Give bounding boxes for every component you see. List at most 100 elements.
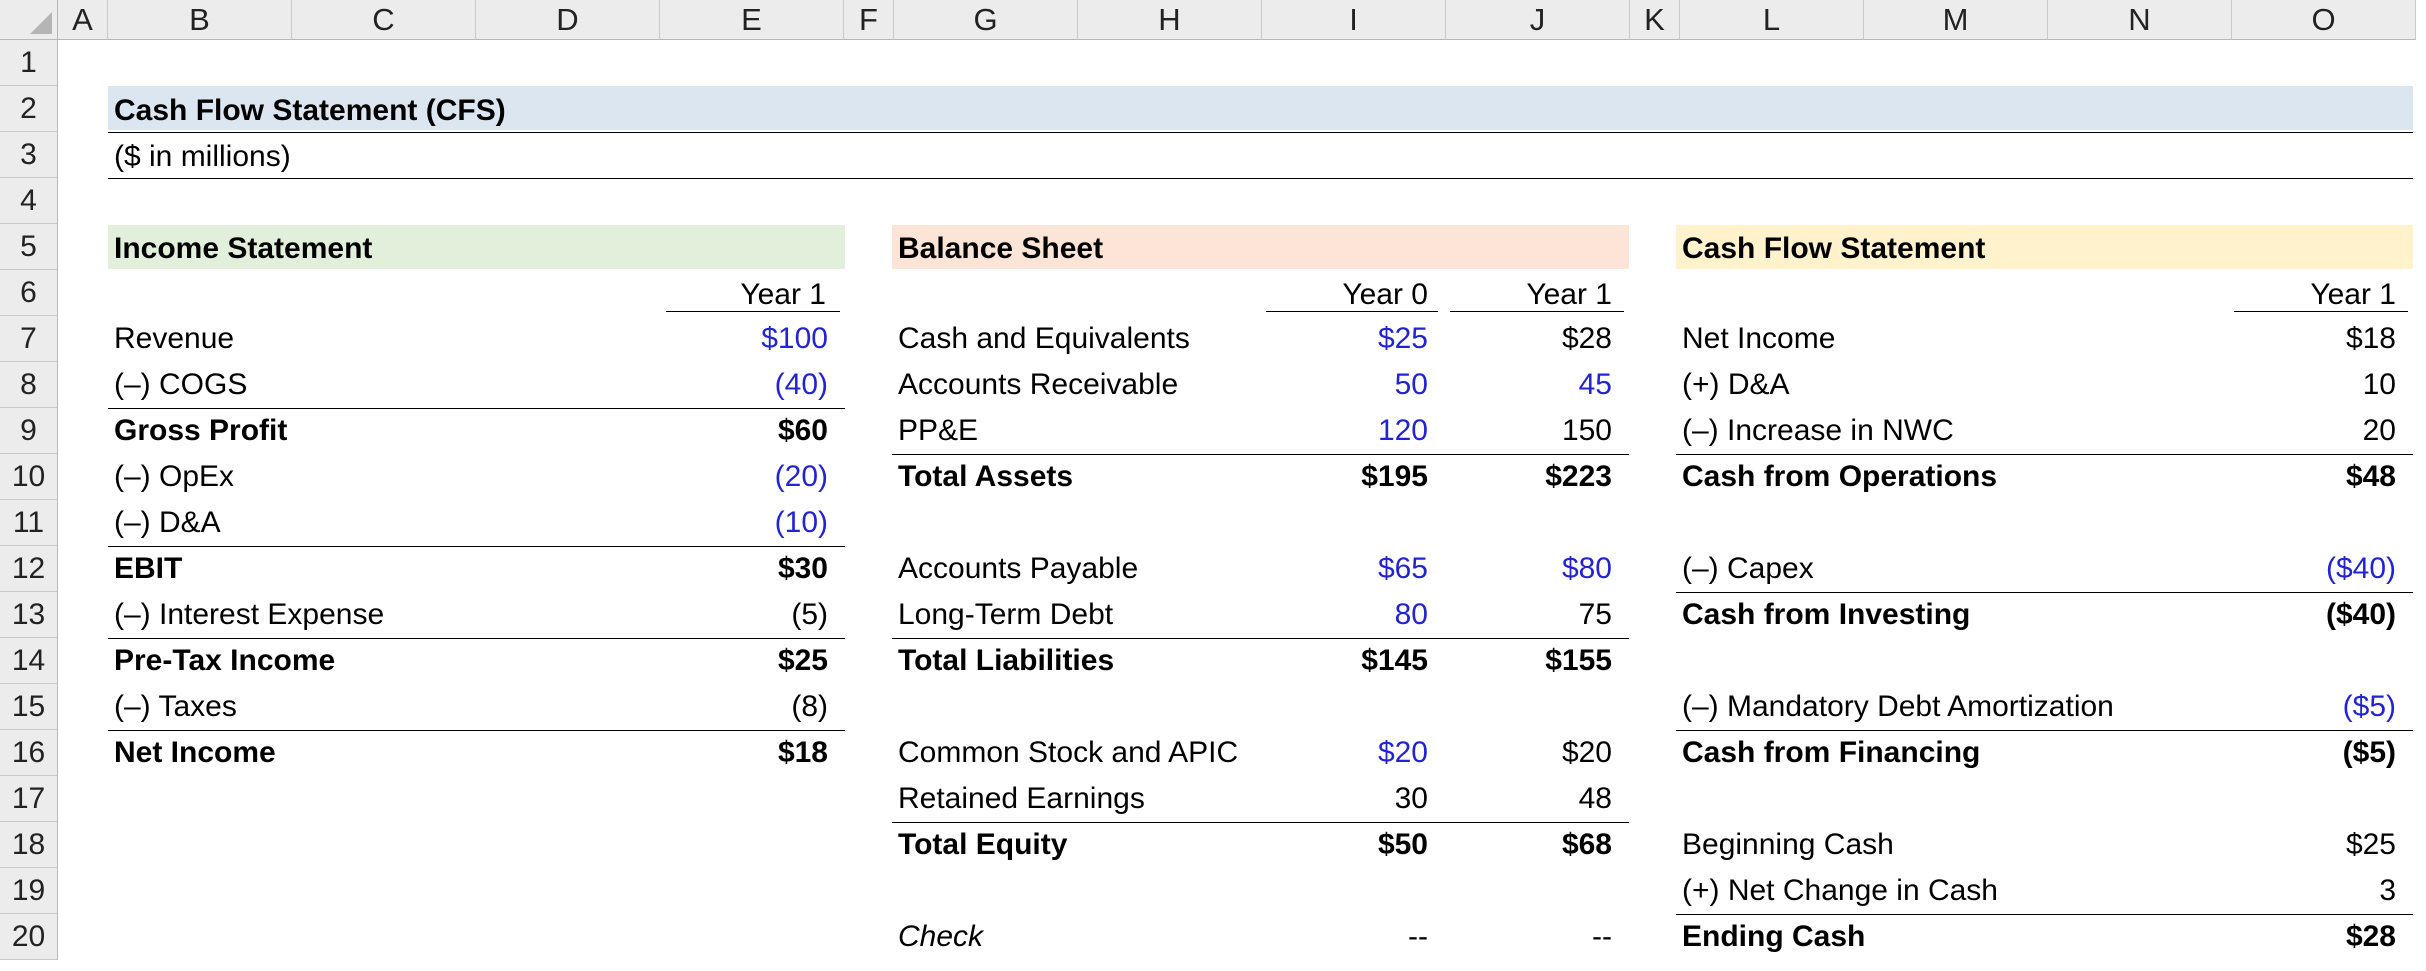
row-header[interactable]: 18 (0, 822, 58, 868)
balance-sheet-label[interactable]: Total Assets (898, 454, 1268, 500)
cash-flow-value[interactable]: $28 (2236, 914, 2396, 960)
cash-flow-label[interactable]: (–) Capex (1682, 546, 2242, 592)
income-statement-value[interactable]: (10) (654, 500, 828, 546)
column-header[interactable]: A (58, 0, 108, 40)
income-statement-value[interactable]: (8) (654, 684, 828, 730)
row-header[interactable]: 16 (0, 730, 58, 776)
income-statement-value[interactable]: $25 (654, 638, 828, 684)
income-statement-value[interactable]: $60 (654, 408, 828, 454)
row-header[interactable]: 5 (0, 224, 58, 270)
row-header[interactable]: 9 (0, 408, 58, 454)
cash-flow-value[interactable]: 3 (2236, 868, 2396, 914)
column-header[interactable]: M (1864, 0, 2048, 40)
balance-sheet-label[interactable]: Retained Earnings (898, 776, 1268, 822)
row-header[interactable]: 2 (0, 86, 58, 132)
income-statement-value[interactable]: (40) (654, 362, 828, 408)
income-statement-value[interactable]: (5) (654, 592, 828, 638)
balance-sheet-label[interactable] (898, 684, 1268, 730)
column-header[interactable]: H (1078, 0, 1262, 40)
balance-sheet-label[interactable]: Check (898, 914, 1268, 960)
cash-flow-label[interactable] (1682, 638, 2242, 684)
cash-flow-value[interactable] (2236, 638, 2396, 684)
income-statement-label[interactable]: (–) Taxes (114, 684, 654, 730)
balance-sheet-label[interactable]: Cash and Equivalents (898, 316, 1268, 362)
income-statement-header[interactable]: Income Statement (114, 226, 814, 272)
balance-sheet-year1-value[interactable]: 48 (1452, 776, 1612, 822)
cash-flow-value[interactable]: $25 (2236, 822, 2396, 868)
column-header[interactable]: F (844, 0, 894, 40)
row-header[interactable]: 6 (0, 270, 58, 316)
income-statement-value[interactable]: $100 (654, 316, 828, 362)
income-statement-label[interactable]: (–) OpEx (114, 454, 654, 500)
cash-flow-label[interactable]: Cash from Financing (1682, 730, 2242, 776)
cash-flow-label[interactable]: (–) Increase in NWC (1682, 408, 2242, 454)
sheet-subtitle[interactable]: ($ in millions) (114, 134, 1014, 180)
income-statement-label[interactable]: (–) COGS (114, 362, 654, 408)
cash-flow-value[interactable] (2236, 500, 2396, 546)
row-header[interactable]: 7 (0, 316, 58, 362)
column-header[interactable]: L (1680, 0, 1864, 40)
column-header[interactable]: D (476, 0, 660, 40)
income-statement-label[interactable]: Revenue (114, 316, 654, 362)
income-statement-label[interactable]: Gross Profit (114, 408, 654, 454)
balance-sheet-year0-value[interactable]: $50 (1268, 822, 1428, 868)
cash-flow-value[interactable]: $18 (2236, 316, 2396, 362)
column-header[interactable]: E (660, 0, 844, 40)
balance-sheet-year0-value[interactable]: 120 (1268, 408, 1428, 454)
balance-sheet-year0-value[interactable]: $20 (1268, 730, 1428, 776)
cash-flow-value[interactable]: ($40) (2236, 546, 2396, 592)
balance-sheet-year0-value[interactable]: $195 (1268, 454, 1428, 500)
balance-sheet-year1-value[interactable]: 75 (1452, 592, 1612, 638)
balance-sheet-year0-value[interactable]: 30 (1268, 776, 1428, 822)
balance-sheet-year1-value[interactable]: 150 (1452, 408, 1612, 454)
balance-sheet-year1-value[interactable] (1452, 868, 1612, 914)
column-header[interactable]: K (1630, 0, 1680, 40)
balance-sheet-label[interactable]: Common Stock and APIC (898, 730, 1268, 776)
row-header[interactable]: 14 (0, 638, 58, 684)
balance-sheet-year1-value[interactable]: $223 (1452, 454, 1612, 500)
row-header[interactable]: 1 (0, 40, 58, 86)
cash-flow-label[interactable]: (–) Mandatory Debt Amortization (1682, 684, 2242, 730)
cash-flow-label[interactable]: Cash from Investing (1682, 592, 2242, 638)
column-header[interactable]: J (1446, 0, 1630, 40)
balance-sheet-label[interactable]: Accounts Payable (898, 546, 1268, 592)
balance-sheet-year0-value[interactable]: 50 (1268, 362, 1428, 408)
cash-flow-value[interactable]: 10 (2236, 362, 2396, 408)
row-header[interactable]: 19 (0, 868, 58, 914)
cash-flow-statement-header[interactable]: Cash Flow Statement (1682, 226, 2382, 272)
cash-flow-value[interactable]: 20 (2236, 408, 2396, 454)
spreadsheet-grid[interactable]: ABCDEFGHIJKLMNO 123456789101112131415161… (0, 0, 2426, 971)
balance-sheet-label[interactable]: Long-Term Debt (898, 592, 1268, 638)
cash-flow-label[interactable]: Ending Cash (1682, 914, 2242, 960)
balance-sheet-header[interactable]: Balance Sheet (898, 226, 1598, 272)
column-header[interactable]: G (894, 0, 1078, 40)
cash-flow-label[interactable]: Cash from Operations (1682, 454, 2242, 500)
sheet-title[interactable]: Cash Flow Statement (CFS) (114, 88, 1014, 134)
row-header[interactable]: 11 (0, 500, 58, 546)
balance-sheet-year0-value[interactable]: $25 (1268, 316, 1428, 362)
row-header[interactable]: 4 (0, 178, 58, 224)
balance-sheet-year0-value[interactable]: $145 (1268, 638, 1428, 684)
balance-sheet-year1-value[interactable]: 45 (1452, 362, 1612, 408)
cash-flow-label[interactable] (1682, 500, 2242, 546)
row-header[interactable]: 13 (0, 592, 58, 638)
income-statement-value[interactable]: $30 (654, 546, 828, 592)
cash-flow-value[interactable]: ($5) (2236, 730, 2396, 776)
balance-sheet-year1-value[interactable]: $155 (1452, 638, 1612, 684)
balance-sheet-year0-value[interactable]: -- (1268, 914, 1428, 960)
balance-sheet-year1-value[interactable]: $28 (1452, 316, 1612, 362)
balance-sheet-year0-value[interactable]: $65 (1268, 546, 1428, 592)
balance-sheet-label[interactable]: PP&E (898, 408, 1268, 454)
row-header[interactable]: 15 (0, 684, 58, 730)
balance-sheet-label[interactable] (898, 868, 1268, 914)
cash-flow-label[interactable]: (+) Net Change in Cash (1682, 868, 2242, 914)
balance-sheet-year0-value[interactable] (1268, 500, 1428, 546)
balance-sheet-year1-value[interactable] (1452, 684, 1612, 730)
column-header[interactable]: I (1262, 0, 1446, 40)
cash-flow-value[interactable]: ($5) (2236, 684, 2396, 730)
balance-sheet-year0-value[interactable]: 80 (1268, 592, 1428, 638)
row-header[interactable]: 3 (0, 132, 58, 178)
balance-sheet-year0-value[interactable] (1268, 684, 1428, 730)
balance-sheet-year1-value[interactable]: $20 (1452, 730, 1612, 776)
cash-flow-value[interactable]: $48 (2236, 454, 2396, 500)
